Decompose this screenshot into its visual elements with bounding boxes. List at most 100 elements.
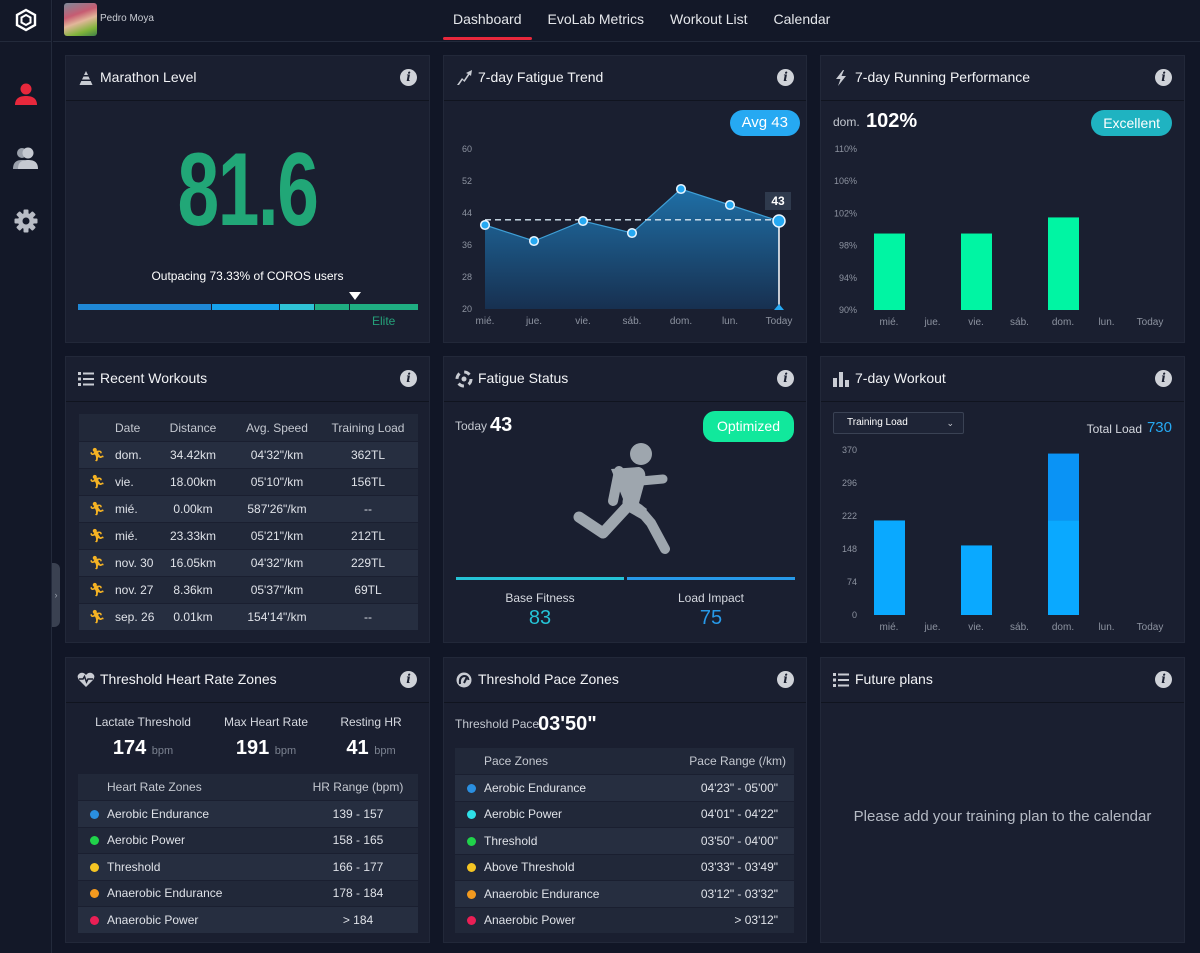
info-icon[interactable]: i bbox=[1155, 671, 1172, 688]
info-icon[interactable]: i bbox=[400, 671, 417, 688]
top-bar: Pedro Moya Dashboard EvoLab Metrics Work… bbox=[53, 0, 1200, 42]
hr-zones-table: Heart Rate Zones HR Range (bpm) Aerobic … bbox=[78, 774, 418, 933]
y-tick-label: 74 bbox=[847, 577, 857, 587]
running-performance-chart: 90% 94% 98% 102% 106% 110% mié. jue. vie. sáb. dom… bbox=[834, 144, 1163, 328]
pyramid-icon bbox=[79, 71, 93, 85]
load-bar-base[interactable] bbox=[874, 520, 905, 615]
zone-range: 03'33" - 03'49" bbox=[700, 860, 778, 875]
level-segment bbox=[280, 304, 314, 310]
data-point[interactable] bbox=[577, 215, 589, 227]
zone-range: 03'50" - 04'00" bbox=[700, 833, 778, 848]
x-tick-label: jue. bbox=[923, 317, 940, 328]
profile-icon[interactable] bbox=[12, 80, 40, 108]
list-icon bbox=[833, 673, 849, 687]
workout-row[interactable]: 🏃︎ vie. 18.00km 05'10"/km 156TL bbox=[79, 468, 418, 495]
friends-icon[interactable] bbox=[12, 144, 40, 172]
table-header: Heart Rate Zones HR Range (bpm) bbox=[78, 774, 418, 800]
workout-speed: 04'32"/km bbox=[250, 556, 304, 570]
x-tick-label: dom. bbox=[1052, 622, 1074, 633]
data-point[interactable] bbox=[626, 227, 638, 239]
card-title: Recent Workouts bbox=[100, 370, 208, 386]
workout-speed: 04'32"/km bbox=[250, 448, 304, 462]
column-header: HR Range (bpm) bbox=[312, 780, 404, 794]
tab-evolab-metrics[interactable]: EvoLab Metrics bbox=[536, 0, 656, 42]
load-impact-bar bbox=[627, 577, 795, 580]
workout-row[interactable]: 🏃︎ mié. 0.00km 587'26"/km -- bbox=[79, 495, 418, 522]
card-title: Threshold Heart Rate Zones bbox=[100, 671, 277, 687]
pace-zones-card: Threshold Pace Zones i Threshold Pace 03… bbox=[443, 657, 807, 943]
card-title: Future plans bbox=[855, 671, 933, 687]
rail-expand-handle[interactable]: › bbox=[52, 563, 60, 627]
zone-name: Anaerobic Endurance bbox=[107, 886, 223, 901]
data-point[interactable] bbox=[772, 214, 786, 228]
metric-select[interactable]: Training Load ⌄ bbox=[833, 412, 964, 434]
workout-load: 212TL bbox=[350, 529, 386, 543]
resting-hr-label: Resting HR bbox=[340, 715, 402, 729]
running-icon: 🏃︎ bbox=[88, 474, 106, 489]
info-icon[interactable]: i bbox=[777, 69, 794, 86]
workout-row[interactable]: 🏃︎ mié. 23.33km 05'21"/km 212TL bbox=[79, 522, 418, 549]
x-tick-label: vie. bbox=[968, 622, 984, 633]
running-icon: 🏃︎ bbox=[88, 528, 106, 543]
tab-dashboard[interactable]: Dashboard bbox=[441, 0, 534, 42]
workout-distance: 8.36km bbox=[173, 583, 213, 597]
card-header: Marathon Level i bbox=[66, 56, 429, 101]
load-bar-stacked[interactable] bbox=[1048, 453, 1079, 521]
data-point[interactable] bbox=[479, 219, 491, 231]
hr-zones-card: Threshold Heart Rate Zones i Lactate Thr… bbox=[65, 657, 430, 943]
coros-logo-icon[interactable] bbox=[14, 8, 38, 32]
zone-color-dot bbox=[90, 809, 99, 819]
gauge-icon bbox=[456, 672, 472, 688]
stat-number: 191 bbox=[235, 737, 270, 759]
future-plans-card: Future plans i Please add your training … bbox=[820, 657, 1185, 943]
level-progress-bar bbox=[78, 304, 418, 310]
zone-color-dot bbox=[467, 810, 476, 820]
list-icon bbox=[78, 372, 94, 386]
performance-bar[interactable] bbox=[874, 233, 905, 310]
y-tick-label: 296 bbox=[842, 478, 857, 488]
column-header: Pace Range (/km) bbox=[689, 754, 786, 768]
column-header: Avg. Speed bbox=[246, 420, 308, 435]
y-tick-label: 36 bbox=[462, 240, 472, 250]
trend-arrow-icon bbox=[457, 70, 472, 85]
card-title: 7-day Fatigue Trend bbox=[478, 69, 604, 85]
card-header: Threshold Pace Zones i bbox=[444, 658, 806, 703]
lightning-icon bbox=[836, 70, 846, 86]
info-icon[interactable]: i bbox=[1155, 69, 1172, 86]
zone-row: Anaerobic Power > 184 bbox=[78, 906, 418, 933]
load-bar-base[interactable] bbox=[1048, 520, 1079, 615]
y-tick-label: 222 bbox=[842, 511, 857, 521]
tab-workout-list[interactable]: Workout List bbox=[658, 0, 760, 42]
seven-day-workout-card: 7-day Workout i Training Load ⌄ Total Lo… bbox=[820, 356, 1185, 643]
info-icon[interactable]: i bbox=[777, 671, 794, 688]
avatar[interactable] bbox=[64, 3, 97, 36]
info-icon[interactable]: i bbox=[400, 370, 417, 387]
average-badge: Avg 43 bbox=[729, 110, 800, 136]
chevron-down-icon: ⌄ bbox=[946, 418, 954, 428]
level-segment bbox=[212, 304, 279, 310]
info-icon[interactable]: i bbox=[400, 69, 417, 86]
data-point[interactable] bbox=[724, 199, 736, 211]
y-tick-label: 106% bbox=[834, 176, 857, 186]
y-tick-label: 90% bbox=[839, 305, 857, 315]
performance-bar[interactable] bbox=[1048, 217, 1079, 310]
workout-row[interactable]: 🏃︎ nov. 30 16.05km 04'32"/km 229TL bbox=[79, 549, 418, 576]
workout-row[interactable]: 🏃︎ nov. 27 8.36km 05'37"/km 69TL bbox=[79, 576, 418, 603]
load-bar-base[interactable] bbox=[961, 545, 992, 615]
data-point[interactable] bbox=[675, 183, 687, 195]
tab-calendar[interactable]: Calendar bbox=[762, 0, 843, 42]
info-icon[interactable]: i bbox=[777, 370, 794, 387]
zone-range: 158 - 165 bbox=[332, 833, 384, 848]
workout-row[interactable]: 🏃︎ dom. 34.42km 04'32"/km 362TL bbox=[79, 441, 418, 468]
fatigue-status-card: Fatigue Status i Today 43 Optimized Base… bbox=[443, 356, 807, 643]
zone-color-dot bbox=[90, 915, 99, 925]
column-header: Pace Zones bbox=[484, 754, 549, 768]
data-point[interactable] bbox=[528, 235, 540, 247]
zone-color-dot bbox=[467, 863, 476, 873]
performance-bar[interactable] bbox=[961, 233, 992, 310]
info-icon[interactable]: i bbox=[1155, 370, 1172, 387]
performance-day-label: dom. bbox=[833, 115, 860, 129]
workout-row[interactable]: 🏃︎ sep. 26 0.01km 154'14"/km -- bbox=[79, 603, 418, 630]
settings-icon[interactable] bbox=[12, 207, 40, 235]
resting-hr-value: 41 bpm bbox=[306, 737, 436, 760]
